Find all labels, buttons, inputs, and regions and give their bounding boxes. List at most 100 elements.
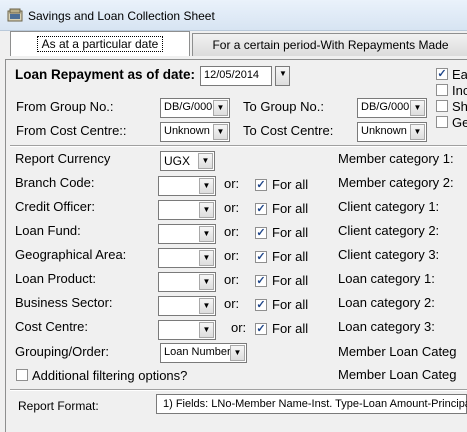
category-label: Client category 1:	[338, 199, 440, 214]
for-all-label: For all	[272, 177, 309, 192]
filter-select[interactable]: ▼	[158, 272, 216, 292]
or-label: or:	[224, 296, 240, 311]
filter-select[interactable]: ▼	[158, 320, 216, 340]
or-label: or:	[224, 248, 240, 263]
check-icon: ✓	[256, 227, 266, 239]
for-all-checkbox[interactable]: ✓	[255, 299, 267, 311]
filter-label: Loan Product:	[15, 271, 96, 286]
for-all-checkbox[interactable]: ✓	[255, 203, 267, 215]
chevron-down-icon: ▼	[199, 202, 214, 218]
check-icon: ✓	[256, 323, 266, 335]
category-label: Client category 3:	[338, 247, 440, 262]
check-icon: ✓	[256, 275, 266, 287]
check-icon: ✓	[256, 179, 266, 191]
filter-label: Branch Code:	[15, 175, 95, 190]
category-label: Member category 2:	[338, 175, 454, 190]
tab-label: For a certain period-With Repayments Mad…	[212, 38, 449, 52]
chevron-down-icon: ▼	[213, 100, 228, 116]
as-of-date-label: Loan Repayment as of date:	[15, 67, 196, 82]
report-currency-label: Report Currency	[15, 151, 111, 166]
category-label: Loan category 2:	[338, 295, 435, 310]
category-label: Member Loan Categ	[338, 367, 457, 382]
grouping-order-select[interactable]: Loan Number ▼	[160, 343, 247, 363]
to-cost-centre-label: To Cost Centre:	[243, 123, 334, 138]
or-label: or:	[224, 224, 240, 239]
chevron-down-icon: ▼	[199, 274, 214, 290]
check-icon: ✓	[256, 203, 266, 215]
chevron-down-icon: ▼	[410, 124, 425, 140]
checkbox-ge[interactable]	[436, 116, 448, 128]
chevron-down-icon: ▼	[230, 345, 245, 361]
window-title: Savings and Loan Collection Sheet	[28, 9, 215, 23]
tab-as-at-date[interactable]: As at a particular date	[10, 31, 190, 56]
filter-select[interactable]: ▼	[158, 176, 216, 196]
report-format-select[interactable]: 1) Fields: LNo-Member Name-Inst. Type-Lo…	[156, 394, 467, 414]
chevron-down-icon: ▼	[213, 124, 228, 140]
chevron-down-icon: ▼	[198, 153, 213, 169]
for-all-label: For all	[272, 249, 309, 264]
or-label: or:	[224, 200, 240, 215]
grouping-order-label: Grouping/Order:	[15, 344, 109, 359]
from-group-label: From Group No.:	[16, 99, 114, 114]
filter-label: Geographical Area:	[15, 247, 127, 262]
tab-certain-period[interactable]: For a certain period-With Repayments Mad…	[192, 33, 467, 56]
for-all-checkbox[interactable]: ✓	[255, 179, 267, 191]
chevron-down-icon: ▼	[199, 298, 214, 314]
checkbox-inc[interactable]	[436, 84, 448, 96]
checkbox-inc-label: Inc	[452, 83, 467, 98]
for-all-label: For all	[272, 273, 309, 288]
for-all-label: For all	[272, 297, 309, 312]
for-all-label: For all	[272, 201, 309, 216]
or-label: or:	[224, 272, 240, 287]
category-label: Client category 2:	[338, 223, 440, 238]
checkbox-sh-label: Sh	[452, 99, 467, 114]
category-label: Loan category 1:	[338, 271, 435, 286]
filter-label: Credit Officer:	[15, 199, 95, 214]
or-label: or:	[231, 320, 247, 335]
from-cost-centre-select[interactable]: Unknown ▼	[160, 122, 230, 142]
additional-filtering-label: Additional filtering options?	[32, 368, 188, 383]
chevron-down-icon: ▼	[199, 250, 214, 266]
for-all-checkbox[interactable]: ✓	[255, 251, 267, 263]
for-all-checkbox[interactable]: ✓	[255, 275, 267, 287]
filter-label: Cost Centre:	[15, 319, 88, 334]
for-all-checkbox[interactable]: ✓	[255, 323, 267, 335]
date-picker-button[interactable]: ▼	[275, 66, 290, 86]
divider	[10, 145, 467, 147]
from-cost-centre-label: From Cost Centre::	[16, 123, 127, 138]
tab-strip: As at a particular date For a certain pe…	[0, 30, 467, 60]
as-of-date-field[interactable]: 12/05/2014	[200, 66, 272, 86]
chevron-down-icon: ▼	[199, 178, 214, 194]
for-all-label: For all	[272, 225, 309, 240]
tab-label: As at a particular date	[36, 36, 164, 52]
from-group-select[interactable]: DB/G/000 ▼	[160, 98, 230, 118]
report-currency-select[interactable]: UGX ▼	[160, 151, 215, 171]
category-label: Loan category 3:	[338, 319, 435, 334]
app-sheet-icon	[7, 8, 23, 22]
checkbox-ea[interactable]: ✓	[436, 68, 448, 80]
category-label: Member Loan Categ	[338, 344, 457, 359]
check-icon: ✓	[256, 251, 266, 263]
filter-select[interactable]: ▼	[158, 224, 216, 244]
for-all-checkbox[interactable]: ✓	[255, 227, 267, 239]
filter-label: Business Sector:	[15, 295, 113, 310]
title-bar: Savings and Loan Collection Sheet	[0, 0, 467, 31]
chevron-down-icon: ▼	[199, 226, 214, 242]
checkbox-ge-label: Ge	[452, 115, 467, 130]
filter-select[interactable]: ▼	[158, 296, 216, 316]
to-group-select[interactable]: DB/G/000 ▼	[357, 98, 427, 118]
check-icon: ✓	[437, 68, 447, 80]
chevron-down-icon: ▼	[410, 100, 425, 116]
chevron-down-icon: ▼	[199, 322, 214, 338]
for-all-label: For all	[272, 321, 309, 336]
chevron-down-icon: ▼	[279, 69, 287, 78]
checkbox-sh[interactable]	[436, 100, 448, 112]
divider	[10, 389, 467, 391]
filter-select[interactable]: ▼	[158, 200, 216, 220]
to-group-label: To Group No.:	[243, 99, 324, 114]
filter-label: Loan Fund:	[15, 223, 81, 238]
filter-select[interactable]: ▼	[158, 248, 216, 268]
additional-filtering-checkbox[interactable]	[16, 369, 28, 381]
report-format-label: Report Format:	[18, 399, 99, 413]
to-cost-centre-select[interactable]: Unknown ▼	[357, 122, 427, 142]
